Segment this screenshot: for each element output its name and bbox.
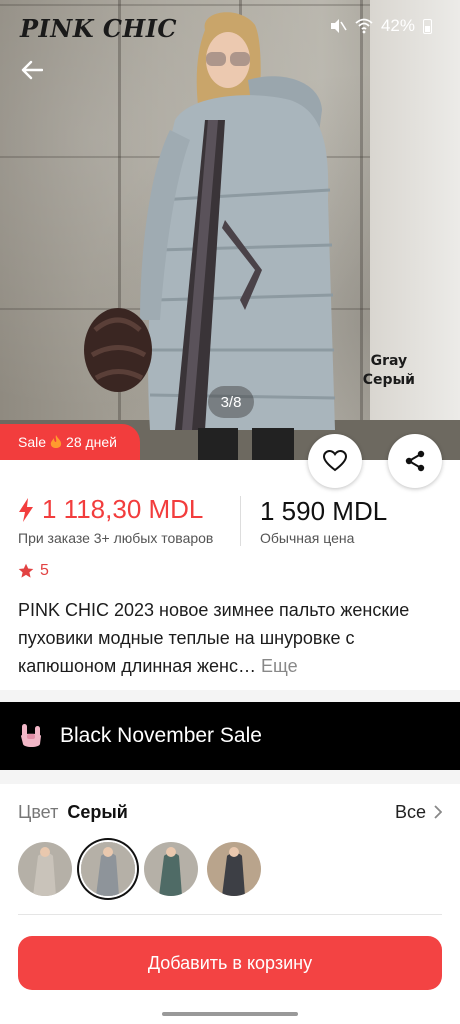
more-link[interactable]: Еще bbox=[261, 656, 298, 676]
price-section: 1 118,30 MDL При заказе 3+ любых товаров… bbox=[0, 494, 460, 554]
price-divider bbox=[240, 496, 241, 546]
share-button[interactable] bbox=[388, 434, 442, 488]
promo-banner[interactable]: Black November Sale bbox=[0, 702, 460, 770]
swatch-thumbnail bbox=[207, 842, 261, 896]
share-icon bbox=[405, 450, 425, 472]
rating[interactable]: 5 bbox=[18, 562, 49, 580]
swatch-thumbnail bbox=[81, 842, 135, 896]
see-all-label: Все bbox=[394, 801, 426, 822]
wishlist-button[interactable] bbox=[308, 434, 362, 488]
see-all-colors-button[interactable]: Все bbox=[395, 802, 442, 823]
status-icons: 42% bbox=[329, 16, 432, 36]
brand-logo: PINK CHIC bbox=[20, 14, 178, 43]
promo-banner-label: Black November Sale bbox=[60, 724, 262, 747]
sale-badge-label: Sale bbox=[18, 434, 47, 450]
color-swatch-teal-green[interactable] bbox=[144, 842, 198, 896]
sale-badge-days: 28 дней bbox=[66, 434, 117, 450]
regular-price-note: Обычная цена bbox=[260, 530, 355, 546]
status-bar: PINK CHIC 42% bbox=[0, 0, 460, 52]
rock-hand-icon bbox=[21, 724, 41, 747]
back-button[interactable] bbox=[14, 52, 50, 88]
color-swatch-dark-graphite[interactable] bbox=[207, 842, 261, 896]
section-separator bbox=[0, 690, 460, 702]
home-indicator[interactable] bbox=[162, 1012, 298, 1016]
star-icon bbox=[18, 563, 34, 578]
wifi-icon bbox=[355, 18, 373, 34]
variant-caption: Gray Серый bbox=[363, 352, 415, 390]
heart-icon bbox=[323, 450, 347, 472]
divider bbox=[18, 914, 442, 915]
section-separator bbox=[0, 770, 460, 784]
product-title-text: PINK CHIC 2023 новое зимнее пальто женск… bbox=[18, 600, 410, 676]
lightning-icon bbox=[19, 497, 33, 522]
promo-price: 1 118,30 MDL bbox=[18, 494, 203, 525]
variant-caption-en: Gray bbox=[370, 353, 408, 369]
battery-percent: 42% bbox=[380, 16, 415, 35]
product-title: PINK CHIC 2023 новое зимнее пальто женск… bbox=[18, 596, 442, 680]
fire-icon bbox=[50, 434, 62, 448]
color-label: Цвет bbox=[18, 801, 59, 822]
color-swatch-light-beige[interactable] bbox=[18, 842, 72, 896]
color-swatch-gray[interactable] bbox=[81, 842, 135, 896]
color-selector-header: Цвет Серый Все bbox=[18, 798, 442, 826]
rating-value: 5 bbox=[40, 562, 49, 579]
color-selected-value: Серый bbox=[67, 801, 128, 822]
arrow-left-icon bbox=[21, 60, 43, 80]
sale-badge: Sale 28 дней bbox=[0, 424, 140, 460]
battery-icon bbox=[423, 18, 432, 34]
swatch-thumbnail bbox=[144, 842, 198, 896]
promo-price-note: При заказе 3+ любых товаров bbox=[18, 530, 214, 546]
gallery-page-indicator: 3/8 bbox=[208, 386, 254, 418]
variant-caption-ru: Серый bbox=[362, 372, 415, 388]
chevron-right-icon bbox=[434, 805, 442, 819]
color-swatches bbox=[18, 842, 261, 896]
promo-price-value: 1 118,30 MDL bbox=[42, 494, 204, 524]
add-to-cart-button[interactable]: Добавить в корзину bbox=[18, 936, 442, 990]
swatch-thumbnail bbox=[18, 842, 72, 896]
regular-price: 1 590 MDL bbox=[260, 496, 388, 526]
mute-icon bbox=[330, 19, 347, 33]
